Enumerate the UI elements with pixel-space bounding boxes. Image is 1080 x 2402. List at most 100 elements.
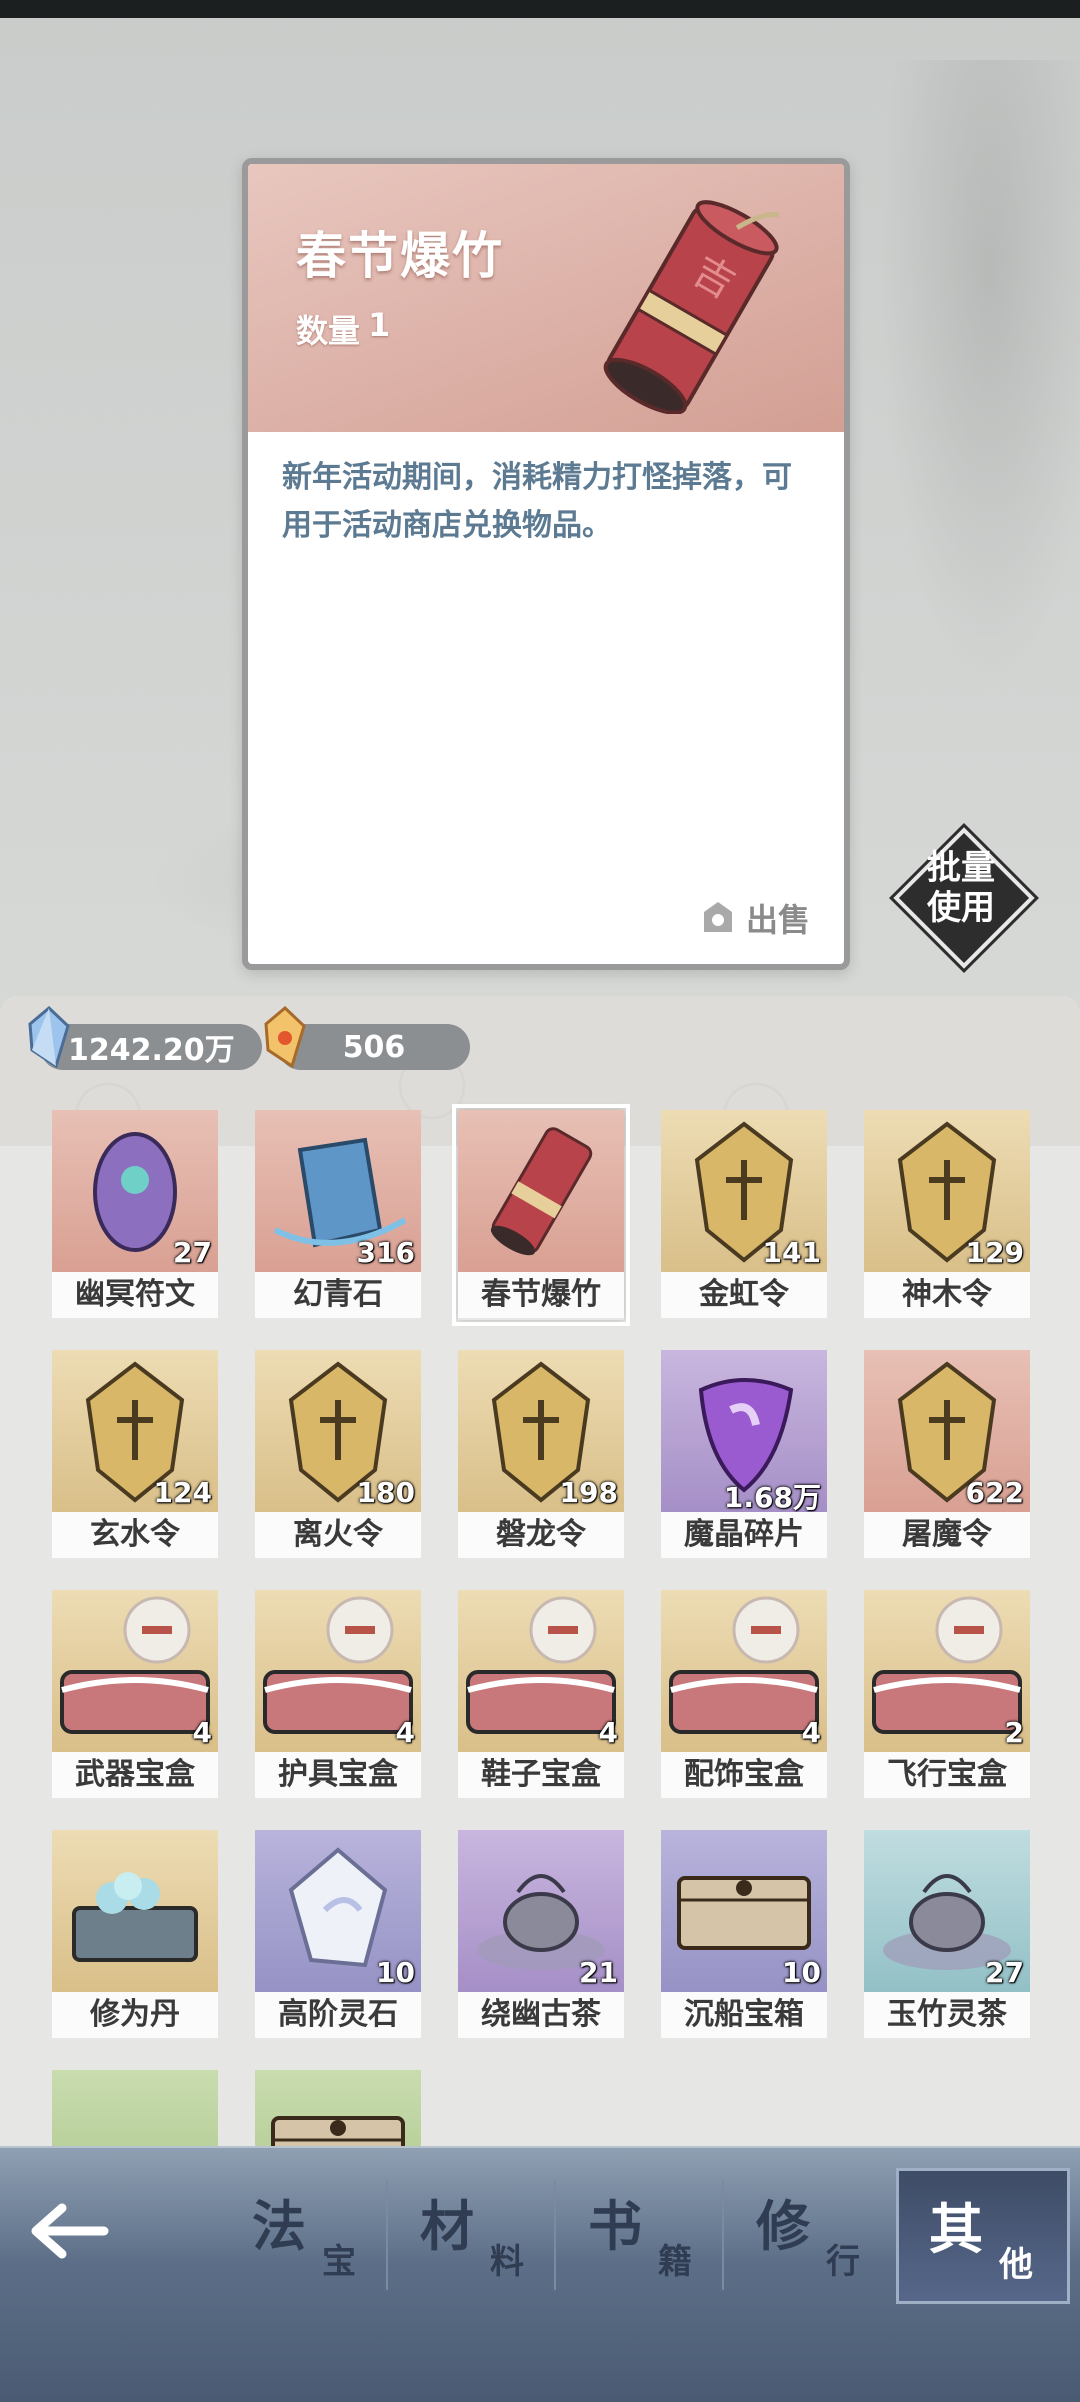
inventory-item[interactable]: 4 配饰宝盒 (661, 1590, 827, 1800)
item-count: 129 (965, 1236, 1024, 1269)
item-name: 修为丹 (52, 1992, 218, 2038)
blue-crystal-icon (28, 1006, 70, 1068)
item-name: 鞋子宝盒 (458, 1752, 624, 1798)
tab-sublabel: 宝 (322, 2242, 356, 2282)
item-count: 10 (782, 1956, 821, 1989)
sell-label: 出售 (745, 901, 810, 939)
item-name: 护具宝盒 (255, 1752, 421, 1798)
item-count: 4 (395, 1716, 415, 1749)
inventory-item[interactable]: 4 鞋子宝盒 (458, 1590, 624, 1800)
inventory-item[interactable]: 622 屠魔令 (864, 1350, 1030, 1560)
tab-label: 修 (756, 2195, 810, 2258)
item-name: 沉船宝箱 (661, 1992, 827, 2038)
inventory-item[interactable]: 4 武器宝盒 (52, 1590, 218, 1800)
tab-category-0[interactable]: 法宝 (222, 2168, 390, 2298)
item-name: 金虹令 (661, 1272, 827, 1318)
inventory-item[interactable]: 27 玉竹灵茶 (864, 1830, 1030, 2040)
item-name: 配饰宝盒 (661, 1752, 827, 1798)
item-count: 4 (192, 1716, 212, 1749)
gold-gem-balance: 506 (278, 1024, 470, 1070)
inventory-item[interactable]: 1.68万 魔晶碎片 (661, 1350, 827, 1560)
tab-sublabel: 他 (999, 2245, 1033, 2285)
inventory-item[interactable]: 21 绕幽古茶 (458, 1830, 624, 2040)
inventory-item[interactable]: 4 护具宝盒 (255, 1590, 421, 1800)
item-name: 飞行宝盒 (864, 1752, 1030, 1798)
item-name: 屠魔令 (864, 1512, 1030, 1558)
status-bar (0, 0, 1080, 18)
item-count: 198 (559, 1476, 618, 1509)
item-count: 1.68万 (723, 1481, 821, 1514)
batch-use-button[interactable]: 批量 使用 (889, 823, 1039, 973)
inventory-item[interactable]: 2 飞行宝盒 (864, 1590, 1030, 1800)
inventory-item[interactable]: 春节爆竹 (452, 1104, 630, 1326)
item-count: 10 (376, 1956, 415, 1989)
item-count: 180 (356, 1476, 415, 1509)
item-quantity-label: 数量 (296, 312, 361, 350)
item-count: 4 (598, 1716, 618, 1749)
tab-divider (554, 2180, 556, 2290)
item-name: 玉竹灵茶 (864, 1992, 1030, 2038)
item-description: 新年活动期间，消耗精力打怪掉落，可用于活动商店兑换物品。 (282, 460, 792, 543)
tab-divider (386, 2180, 388, 2290)
inventory-item[interactable]: 27 幽冥符文 (52, 1110, 218, 1320)
item-count: 27 (173, 1236, 212, 1269)
sell-icon (703, 902, 732, 932)
item-count: 141 (762, 1236, 821, 1269)
background-mountain (860, 60, 1080, 760)
item-name: 玄水令 (52, 1512, 218, 1558)
inventory-item[interactable]: 316 幻青石 (255, 1110, 421, 1320)
tab-category-3[interactable]: 修行 (726, 2168, 894, 2298)
tab-label: 其 (929, 2198, 983, 2261)
item-name: 魔晶碎片 (661, 1512, 827, 1558)
item-image (52, 1830, 218, 1992)
inventory-item[interactable]: 141 金虹令 (661, 1110, 827, 1320)
item-count: 27 (985, 1956, 1024, 1989)
item-count: 21 (579, 1956, 618, 1989)
item-count: 316 (356, 1236, 415, 1269)
item-name: 幻青石 (255, 1272, 421, 1318)
tab-label: 材 (420, 2195, 474, 2258)
inventory-item[interactable]: 10 沉船宝箱 (661, 1830, 827, 2040)
inventory-item[interactable]: 10 高阶灵石 (255, 1830, 421, 2040)
item-quantity-value: 1 (368, 306, 391, 344)
tab-divider (722, 2180, 724, 2290)
item-count: 622 (965, 1476, 1024, 1509)
item-count: 2 (1004, 1716, 1024, 1749)
item-detail-card: 春节爆竹 数量 1 吉 新年活动期间，消耗精力打怪掉落，可用于活动商店兑换物品。… (242, 158, 850, 970)
spirit-stone-balance: 1242.20万 (40, 1024, 262, 1070)
item-image (458, 1110, 624, 1272)
item-name: 幽冥符文 (52, 1272, 218, 1318)
sell-button[interactable]: 出售 (698, 894, 810, 942)
inventory-item[interactable]: 129 神木令 (864, 1110, 1030, 1320)
item-name: 高阶灵石 (255, 1992, 421, 2038)
firecracker-icon: 吉 (603, 200, 780, 414)
back-arrow-icon[interactable] (22, 2196, 112, 2266)
tab-label: 书 (588, 2195, 642, 2258)
item-name: 绕幽古茶 (458, 1992, 624, 2038)
tab-sublabel: 籍 (658, 2242, 692, 2282)
tab-category-4[interactable]: 其他 (896, 2168, 1070, 2304)
tab-sublabel: 料 (490, 2242, 524, 2282)
item-detail-header: 春节爆竹 数量 1 吉 (248, 164, 844, 432)
tab-sublabel: 行 (826, 2242, 860, 2282)
batch-use-label-line2: 使用 (927, 888, 995, 928)
item-name: 离火令 (255, 1512, 421, 1558)
batch-use-label-line1: 批量 (927, 848, 995, 888)
inventory-item[interactable]: 124 玄水令 (52, 1350, 218, 1560)
inventory-item[interactable]: 180 离火令 (255, 1350, 421, 1560)
item-detail-title: 春节爆竹 (296, 227, 504, 285)
item-name: 武器宝盒 (52, 1752, 218, 1798)
tab-category-1[interactable]: 材料 (390, 2168, 558, 2298)
gold-gem-icon (264, 1006, 306, 1068)
tab-category-2[interactable]: 书籍 (558, 2168, 726, 2298)
inventory-item[interactable]: 198 磐龙令 (458, 1350, 624, 1560)
item-count: 124 (153, 1476, 212, 1509)
inventory-item[interactable]: 修为丹 (52, 1830, 218, 2040)
item-name: 神木令 (864, 1272, 1030, 1318)
pill-box-icon (72, 1872, 198, 1962)
item-name: 磐龙令 (458, 1512, 624, 1558)
tab-label: 法 (252, 2195, 306, 2258)
firecracker-icon (490, 1127, 593, 1256)
item-count: 4 (801, 1716, 821, 1749)
item-name: 春节爆竹 (458, 1272, 624, 1318)
